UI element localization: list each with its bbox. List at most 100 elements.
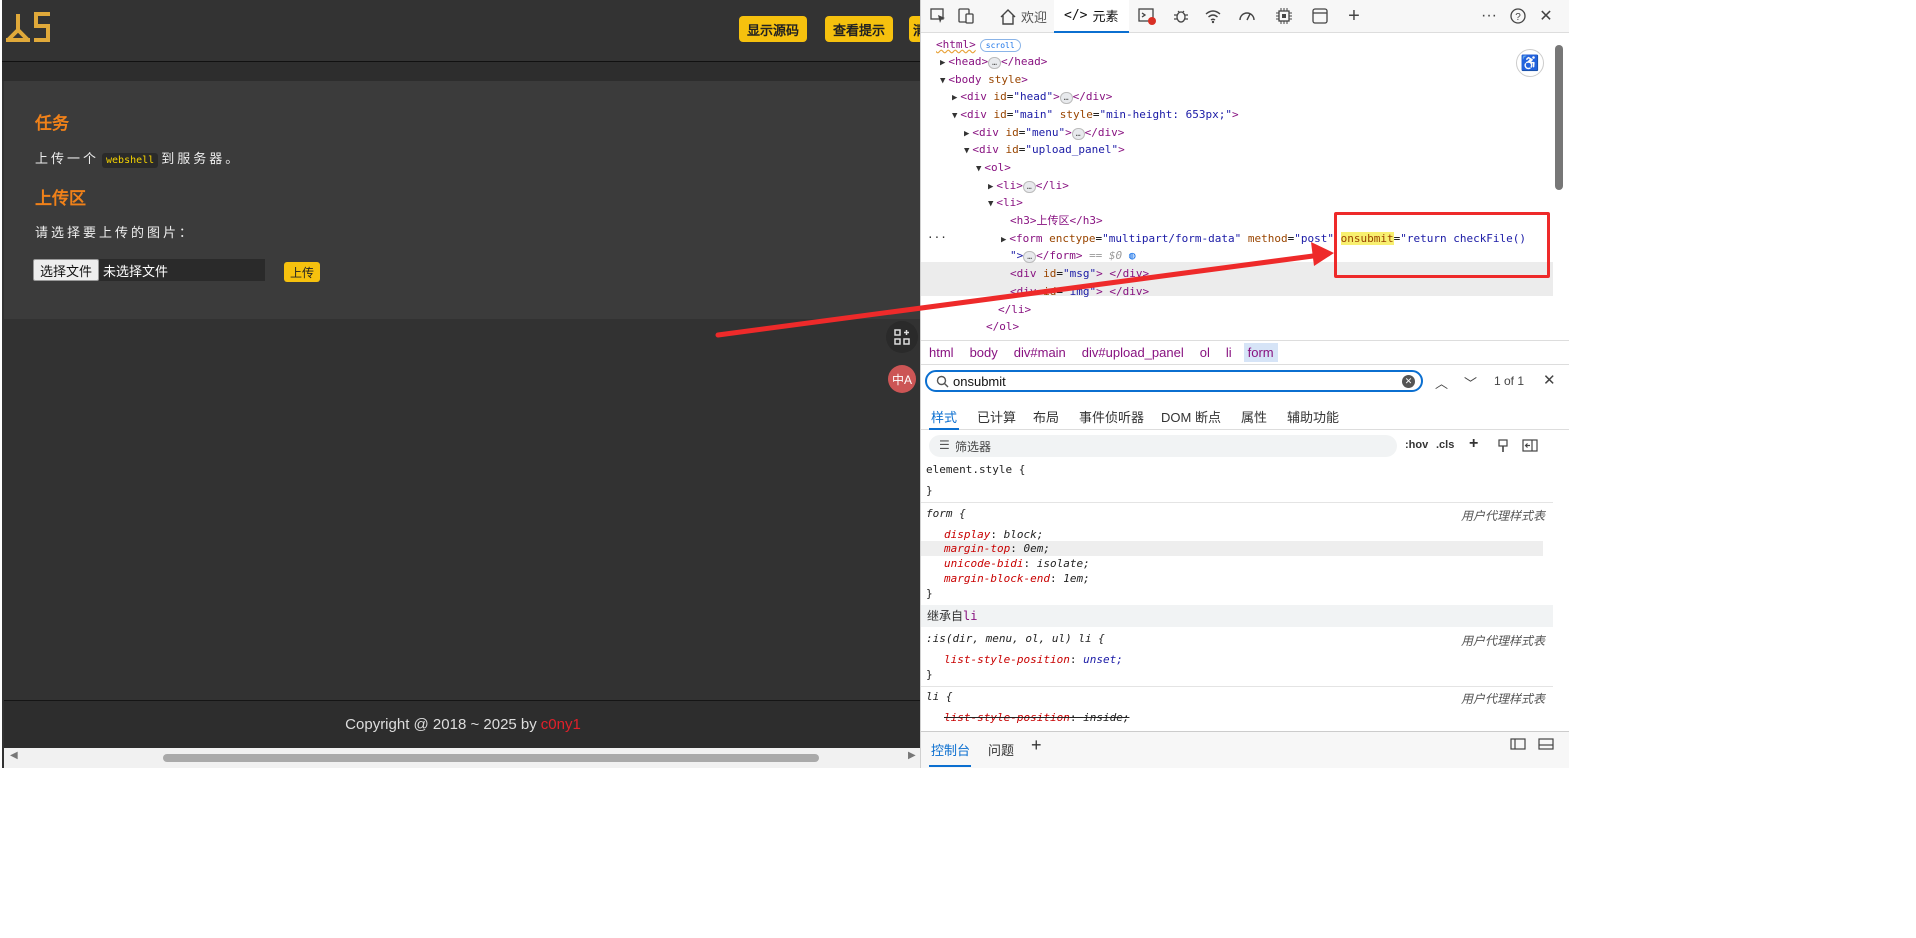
css-prop-margin-block-end[interactable]: margin-block-end: 1em; (944, 572, 1090, 585)
tab-computed[interactable]: 已计算 (977, 407, 1016, 426)
paint-brush-icon[interactable] (1497, 439, 1509, 456)
next-match-icon[interactable]: ﹀ (1464, 373, 1477, 392)
more-options-icon[interactable]: ··· (1479, 6, 1499, 26)
dom-div-img[interactable]: <div id="img"> </div> (1010, 283, 1149, 300)
css-prop-overridden[interactable]: list-style-position: inside; (944, 711, 1129, 724)
file-input[interactable]: 选择文件 未选择文件 (33, 259, 265, 281)
previous-match-icon[interactable]: ︿ (1435, 373, 1448, 392)
add-tool-icon[interactable]: + (1344, 5, 1364, 27)
dom-h3[interactable]: <h3>上传区</h3> (1010, 212, 1103, 229)
console-icon[interactable] (1137, 6, 1157, 26)
breadcrumb-ol[interactable]: ol (1196, 343, 1214, 362)
dom-li-open[interactable]: ▼ <li> (988, 194, 1023, 211)
tab-console[interactable]: 控制台 (931, 740, 970, 759)
cls-toggle[interactable]: .cls (1436, 439, 1454, 451)
dom-div-upload-panel[interactable]: ▼ <div id="upload_panel"> (964, 141, 1125, 158)
expand-triangle-icon[interactable]: ▶ (988, 182, 993, 192)
collapse-triangle-icon[interactable]: ▼ (964, 146, 969, 156)
dom-form-tail[interactable]: ">… </form> == $0 ◍ (1010, 247, 1135, 264)
css-prop-margin-top[interactable]: margin-top: 0em; (944, 542, 1050, 555)
breadcrumb-li[interactable]: li (1222, 343, 1236, 362)
dom-head[interactable]: ▶ <head>… </head> (940, 53, 1047, 70)
tab-welcome[interactable]: 欢迎 (993, 0, 1053, 33)
expand-triangle-icon[interactable]: ▶ (952, 93, 957, 103)
tab-issues[interactable]: 问题 (988, 740, 1014, 759)
toggle-sidebar-icon[interactable] (1522, 439, 1538, 455)
add-drawer-tab-icon[interactable]: + (1031, 735, 1042, 756)
css-prop-display[interactable]: display: block; (944, 528, 1043, 541)
breadcrumb-div-main[interactable]: div#main (1010, 343, 1070, 362)
upload-button[interactable]: 上传 (284, 262, 321, 282)
dom-div-main[interactable]: ▼ <div id="main" style="min-height: 653px… (952, 106, 1239, 123)
row-menu-icon[interactable]: ··· (927, 229, 947, 246)
element-style-selector[interactable]: element.style { (926, 463, 1025, 476)
collapsed-pill[interactable]: … (1022, 181, 1036, 193)
dom-ol[interactable]: ▼ <ol> (976, 159, 1011, 176)
dom-li-collapsed[interactable]: ▶ <li>… </li> (988, 177, 1069, 194)
dom-search-input[interactable]: onsubmit ✕ (925, 370, 1423, 392)
translate-icon[interactable]: 中A (888, 365, 916, 393)
horizontal-scrollbar[interactable]: ◀ ▶ (4, 748, 922, 768)
tab-layout[interactable]: 布局 (1033, 407, 1059, 426)
scroll-badge[interactable]: scroll (979, 39, 1021, 52)
dom-html[interactable]: <html> scroll (936, 36, 1021, 53)
tab-event-listeners[interactable]: 事件侦听器 (1079, 407, 1144, 426)
is-li-selector[interactable]: :is(dir, menu, ol, ul) li { (926, 632, 1105, 645)
dom-body[interactable]: ▼ <body style> (940, 71, 1028, 88)
tab-dom-breakpoints[interactable]: DOM 断点 (1161, 407, 1221, 426)
bug-icon[interactable] (1171, 6, 1191, 26)
clear-search-icon[interactable]: ✕ (1402, 375, 1415, 388)
show-source-button[interactable]: 显示源码 (739, 16, 808, 42)
collapse-triangle-icon[interactable]: ▼ (976, 164, 981, 174)
network-wifi-icon[interactable] (1203, 6, 1223, 26)
css-prop-unicode-bidi[interactable]: unicode-bidi: isolate; (944, 557, 1090, 570)
tab-accessibility[interactable]: 辅助功能 (1287, 407, 1339, 426)
new-rule-icon[interactable]: + (1469, 435, 1478, 453)
breadcrumb-body[interactable]: body (966, 343, 1002, 362)
expand-triangle-icon[interactable]: ▶ (940, 58, 945, 68)
close-drawer-icon[interactable] (1538, 737, 1554, 754)
collapsed-pill[interactable]: … (988, 57, 1001, 69)
tab-elements[interactable]: </> 元素 (1054, 0, 1129, 33)
dom-div-msg[interactable]: <div id="msg"> </div> (1010, 265, 1149, 282)
collapse-triangle-icon[interactable]: ▼ (940, 76, 945, 86)
inspect-icon[interactable] (928, 6, 948, 26)
scroll-left-arrow-icon[interactable]: ◀ (10, 750, 18, 761)
collapse-triangle-icon[interactable]: ▼ (988, 199, 993, 209)
dom-tree-scrollbar[interactable] (1553, 33, 1567, 339)
dom-ol-close[interactable]: </ol> (986, 318, 1019, 335)
scroll-right-arrow-icon[interactable]: ▶ (908, 750, 916, 761)
memory-chip-icon[interactable] (1274, 6, 1294, 26)
breadcrumb-html[interactable]: html (925, 343, 958, 362)
tab-properties[interactable]: 属性 (1241, 407, 1267, 426)
dom-div-head[interactable]: ▶ <div id="head">… </div> (952, 88, 1112, 105)
css-prop-list-style-position[interactable]: list-style-position: unset; (944, 653, 1123, 666)
collapsed-pill[interactable]: … (1023, 251, 1037, 263)
collapse-triangle-icon[interactable]: ▼ (952, 111, 957, 121)
li-selector[interactable]: li { (926, 690, 953, 703)
accessibility-icon[interactable]: ♿ (1516, 49, 1544, 77)
dom-div-menu[interactable]: ▶ <div id="menu">… </div> (964, 124, 1124, 141)
breadcrumb-form[interactable]: form (1243, 343, 1278, 362)
close-search-icon[interactable]: ✕ (1543, 371, 1556, 389)
apps-icon[interactable] (886, 321, 918, 353)
close-devtools-icon[interactable]: ✕ (1536, 6, 1556, 26)
inherited-tag[interactable]: li (963, 609, 977, 623)
application-panel-icon[interactable] (1310, 6, 1330, 26)
author-link[interactable]: c0ny1 (541, 716, 581, 733)
hov-toggle[interactable]: :hov (1405, 439, 1428, 451)
copilot-icon[interactable]: ◍ (1129, 249, 1136, 262)
dock-drawer-icon[interactable] (1510, 737, 1526, 754)
breadcrumb-div-upload-panel[interactable]: div#upload_panel (1078, 343, 1188, 362)
collapsed-pill[interactable]: … (1071, 128, 1085, 140)
choose-file-button[interactable]: 选择文件 (33, 259, 100, 281)
expand-triangle-icon[interactable]: ▶ (1001, 235, 1006, 245)
collapsed-pill[interactable]: … (1059, 92, 1073, 104)
form-selector[interactable]: form { (926, 507, 966, 520)
device-emulation-icon[interactable] (956, 6, 976, 26)
view-hint-button[interactable]: 查看提示 (825, 16, 894, 42)
performance-gauge-icon[interactable] (1237, 6, 1257, 26)
styles-filter-input[interactable]: ☰ 筛选器 (929, 435, 1397, 457)
horizontal-scroll-thumb[interactable] (163, 754, 819, 762)
expand-triangle-icon[interactable]: ▶ (964, 129, 969, 139)
